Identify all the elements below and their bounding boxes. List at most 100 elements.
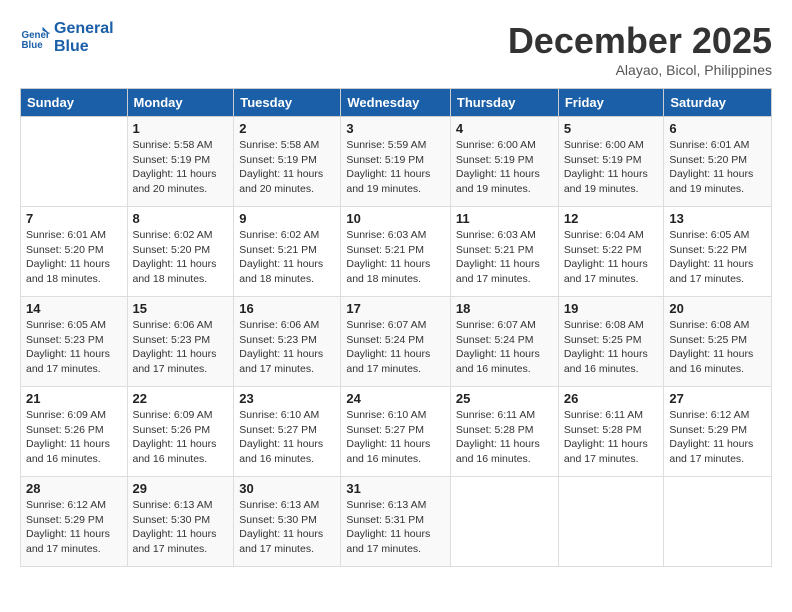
calendar-cell: 6 Sunrise: 6:01 AMSunset: 5:20 PMDaylight… [664,117,772,207]
day-number: 5 [564,121,659,136]
calendar-week-2: 7 Sunrise: 6:01 AMSunset: 5:20 PMDaylight… [21,207,772,297]
day-number: 13 [669,211,766,226]
day-number: 26 [564,391,659,406]
day-number: 14 [26,301,122,316]
header-day-wednesday: Wednesday [341,89,451,117]
day-info: Sunrise: 6:03 AMSunset: 5:21 PMDaylight:… [346,228,445,287]
logo-text-general: General [54,20,114,38]
day-number: 1 [133,121,229,136]
calendar-cell: 8Sunrise: 6:02 AMSunset: 5:20 PMDaylight… [127,207,234,297]
day-info: Sunrise: 6:03 AMSunset: 5:21 PMDaylight:… [456,228,553,287]
day-number: 23 [239,391,335,406]
day-number: 21 [26,391,122,406]
day-info: Sunrise: 6:10 AMSunset: 5:27 PMDaylight:… [239,408,335,467]
calendar-cell: 16 Sunrise: 6:06 AMSunset: 5:23 PMDayligh… [234,297,341,387]
day-info: Sunrise: 6:10 AMSunset: 5:27 PMDaylight:… [346,408,445,467]
title-block: December 2025 Alayao, Bicol, Philippines [508,20,772,78]
location-subtitle: Alayao, Bicol, Philippines [508,62,772,78]
calendar-cell [664,477,772,567]
day-info: Sunrise: 6:12 AMSunset: 5:29 PMDaylight:… [26,498,122,557]
calendar-cell [21,117,128,207]
day-number: 2 [239,121,335,136]
day-number: 12 [564,211,659,226]
day-info: Sunrise: 5:58 AMSunset: 5:19 PMDaylight:… [133,138,229,197]
day-number: 25 [456,391,553,406]
day-number: 6 [669,121,766,136]
day-info: Sunrise: 6:01 AMSunset: 5:20 PMDaylight:… [26,228,122,287]
header-day-tuesday: Tuesday [234,89,341,117]
day-number: 17 [346,301,445,316]
day-number: 31 [346,481,445,496]
day-info: Sunrise: 6:11 AMSunset: 5:28 PMDaylight:… [564,408,659,467]
day-info: Sunrise: 6:09 AMSunset: 5:26 PMDaylight:… [133,408,229,467]
day-number: 9 [239,211,335,226]
day-number: 8 [133,211,229,226]
header-day-sunday: Sunday [21,89,128,117]
calendar-cell: 21Sunrise: 6:09 AMSunset: 5:26 PMDayligh… [21,387,128,477]
day-info: Sunrise: 6:06 AMSunset: 5:23 PMDaylight:… [133,318,229,377]
calendar-cell: 13 Sunrise: 6:05 AMSunset: 5:22 PMDayligh… [664,207,772,297]
day-number: 24 [346,391,445,406]
day-number: 19 [564,301,659,316]
calendar-cell: 31Sunrise: 6:13 AMSunset: 5:31 PMDayligh… [341,477,451,567]
calendar-cell: 23 Sunrise: 6:10 AMSunset: 5:27 PMDayligh… [234,387,341,477]
calendar-week-4: 21 Sunrise: 6:09 AMSunset: 5:26 PMDayligh… [21,387,772,477]
calendar-cell: 12 Sunrise: 6:04 AMSunset: 5:22 PMDayligh… [558,207,664,297]
logo-text-blue: Blue [54,38,114,56]
day-info: Sunrise: 6:08 AMSunset: 5:25 PMDaylight:… [564,318,659,377]
day-number: 15 [133,301,229,316]
calendar-cell: 20Sunrise: 6:08 AMSunset: 5:25 PMDayligh… [664,297,772,387]
day-number: 28 [26,481,122,496]
logo: General Blue General Blue [20,20,114,55]
header-day-saturday: Saturday [664,89,772,117]
day-info: Sunrise: 6:07 AMSunset: 5:24 PMDaylight:… [456,318,553,377]
day-number: 3 [346,121,445,136]
day-number: 27 [669,391,766,406]
calendar-cell: 2 Sunrise: 5:58 AMSunset: 5:19 PMDaylight… [234,117,341,207]
calendar-cell: 5 Sunrise: 6:00 AMSunset: 5:19 PMDaylight… [558,117,664,207]
day-info: Sunrise: 6:12 AMSunset: 5:29 PMDaylight:… [669,408,766,467]
day-info: Sunrise: 6:05 AMSunset: 5:22 PMDaylight:… [669,228,766,287]
calendar-cell: 17Sunrise: 6:07 AMSunset: 5:24 PMDayligh… [341,297,451,387]
calendar-cell: 27 Sunrise: 6:12 AMSunset: 5:29 PMDayligh… [664,387,772,477]
day-info: Sunrise: 6:01 AMSunset: 5:20 PMDaylight:… [669,138,766,197]
calendar-cell: 28 Sunrise: 6:12 AMSunset: 5:29 PMDayligh… [21,477,128,567]
day-info: Sunrise: 5:59 AMSunset: 5:19 PMDaylight:… [346,138,445,197]
day-info: Sunrise: 6:00 AMSunset: 5:19 PMDaylight:… [564,138,659,197]
calendar-week-5: 28 Sunrise: 6:12 AMSunset: 5:29 PMDayligh… [21,477,772,567]
day-info: Sunrise: 6:11 AMSunset: 5:28 PMDaylight:… [456,408,553,467]
calendar-cell: 24 Sunrise: 6:10 AMSunset: 5:27 PMDayligh… [341,387,451,477]
calendar-cell: 15 Sunrise: 6:06 AMSunset: 5:23 PMDayligh… [127,297,234,387]
day-info: Sunrise: 6:13 AMSunset: 5:30 PMDaylight:… [239,498,335,557]
calendar-cell: 19 Sunrise: 6:08 AMSunset: 5:25 PMDayligh… [558,297,664,387]
calendar-body: 1 Sunrise: 5:58 AMSunset: 5:19 PMDaylight… [21,117,772,567]
calendar-table: SundayMondayTuesdayWednesdayThursdayFrid… [20,88,772,567]
day-info: Sunrise: 5:58 AMSunset: 5:19 PMDaylight:… [239,138,335,197]
logo-icon: General Blue [20,23,50,53]
page-header: General Blue General Blue December 2025 … [20,20,772,78]
calendar-cell: 9 Sunrise: 6:02 AMSunset: 5:21 PMDaylight… [234,207,341,297]
calendar-week-3: 14Sunrise: 6:05 AMSunset: 5:23 PMDayligh… [21,297,772,387]
day-info: Sunrise: 6:06 AMSunset: 5:23 PMDaylight:… [239,318,335,377]
day-info: Sunrise: 6:00 AMSunset: 5:19 PMDaylight:… [456,138,553,197]
day-info: Sunrise: 6:02 AMSunset: 5:21 PMDaylight:… [239,228,335,287]
day-number: 22 [133,391,229,406]
calendar-cell: 1 Sunrise: 5:58 AMSunset: 5:19 PMDaylight… [127,117,234,207]
day-number: 4 [456,121,553,136]
svg-text:Blue: Blue [22,39,44,50]
day-info: Sunrise: 6:04 AMSunset: 5:22 PMDaylight:… [564,228,659,287]
month-title: December 2025 [508,20,772,62]
day-number: 29 [133,481,229,496]
calendar-cell: 22 Sunrise: 6:09 AMSunset: 5:26 PMDayligh… [127,387,234,477]
calendar-week-1: 1 Sunrise: 5:58 AMSunset: 5:19 PMDaylight… [21,117,772,207]
calendar-cell: 18Sunrise: 6:07 AMSunset: 5:24 PMDayligh… [450,297,558,387]
calendar-cell [450,477,558,567]
calendar-cell: 11Sunrise: 6:03 AMSunset: 5:21 PMDayligh… [450,207,558,297]
day-number: 16 [239,301,335,316]
calendar-cell: 4 Sunrise: 6:00 AMSunset: 5:19 PMDaylight… [450,117,558,207]
header-day-monday: Monday [127,89,234,117]
day-number: 7 [26,211,122,226]
calendar-cell: 25 Sunrise: 6:11 AMSunset: 5:28 PMDayligh… [450,387,558,477]
calendar-cell: 14Sunrise: 6:05 AMSunset: 5:23 PMDayligh… [21,297,128,387]
header-day-thursday: Thursday [450,89,558,117]
